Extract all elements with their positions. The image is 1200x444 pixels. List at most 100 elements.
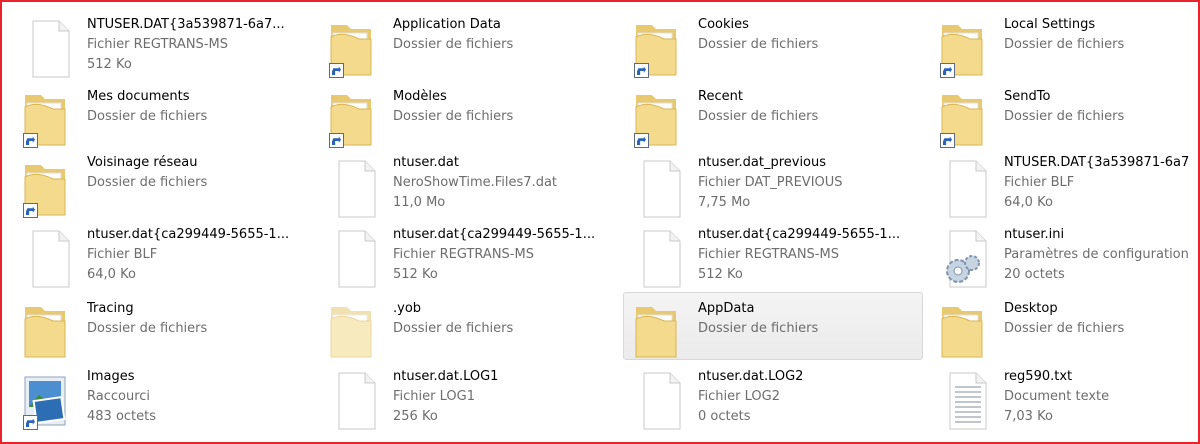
file-item[interactable]: reg590.txt Document texte 7,03 Ko	[937, 367, 1198, 434]
file-item[interactable]: Recent Dossier de fichiers	[631, 86, 931, 152]
folder-icon	[632, 299, 690, 363]
file-item-text: ntuser.ini Paramètres de configuration 20 …	[1004, 225, 1189, 285]
shortcut-arrow-icon	[940, 63, 955, 78]
file-item-text: ntuser.dat{ca299449-5655-1... Fichier REG…	[698, 225, 900, 285]
shortcut-arrow-icon	[634, 133, 649, 148]
file-name: Cookies	[698, 17, 749, 32]
file-item[interactable]: ntuser.dat{ca299449-5655-1... Fichier BLF…	[20, 226, 320, 292]
file-item-text: .yob Dossier de fichiers	[393, 299, 513, 339]
file-type: Dossier de fichiers	[1004, 321, 1125, 336]
file-item[interactable]: Voisinage réseau Dossier de fichiers	[20, 153, 320, 222]
file-item[interactable]: .yob Dossier de fichiers	[326, 298, 626, 364]
file-item[interactable]: ntuser.ini Paramètres de configuration 20 …	[937, 225, 1198, 292]
file-type: Fichier DAT_PREVIOUS	[698, 175, 843, 190]
shortcut-arrow-icon	[634, 63, 649, 78]
file-type: Fichier REGTRANS-MS	[393, 247, 534, 262]
file-type: Dossier de fichiers	[698, 37, 819, 52]
file-name: Voisinage réseau	[87, 155, 198, 170]
file-size: 512 Ko	[698, 267, 743, 282]
file-item-text: Cookies Dossier de fichiers	[698, 15, 818, 55]
file-item[interactable]: ntuser.dat.LOG2 Fichier LOG2 0 octets	[631, 368, 931, 434]
file-name: SendTo	[1004, 89, 1051, 104]
file-size: 20 octets	[1004, 267, 1065, 282]
shortcut-arrow-icon	[23, 133, 38, 148]
file-name: ntuser.dat_previous	[698, 155, 827, 170]
file-name: ntuser.dat.LOG1	[393, 369, 499, 384]
file-size: 64,0 Ko	[87, 267, 136, 282]
file-item[interactable]: Images Raccourci 483 octets	[20, 368, 320, 434]
shortcut-arrow-icon	[329, 133, 344, 148]
file-size: 7,03 Ko	[1004, 409, 1053, 424]
file-size: 64,0 Ko	[1004, 195, 1053, 210]
file-item[interactable]: Application Data Dossier de fichiers	[326, 16, 626, 82]
file-item-text: ntuser.dat_previous Fichier DAT_PREVIOUS 7…	[698, 153, 843, 213]
file-size: 11,0 Mo	[393, 195, 446, 210]
file-size: 512 Ko	[87, 57, 132, 72]
file-name: NTUSER.DAT{3a539871-6a7	[1004, 155, 1190, 170]
file-name: Tracing	[87, 301, 134, 316]
file-item-text: NTUSER.DAT{3a539871-6a7 Fichier BLF 64,0 K…	[1004, 153, 1189, 213]
shortcut-arrow-icon	[940, 133, 955, 148]
file-type: Fichier REGTRANS-MS	[698, 247, 839, 262]
file-item[interactable]: ntuser.dat{ca299449-5655-1... Fichier REG…	[326, 226, 626, 292]
file-name: NTUSER.DAT{3a539871-6a7...	[87, 17, 285, 32]
file-item[interactable]: Cookies Dossier de fichiers	[631, 16, 931, 82]
file-item-text: Voisinage réseau Dossier de fichiers	[87, 153, 207, 193]
file-name: ntuser.dat{ca299449-5655-1...	[393, 227, 596, 242]
file-type: Fichier REGTRANS-MS	[87, 37, 228, 52]
file-item-text: Local Settings Dossier de fichiers	[1004, 15, 1124, 55]
file-type: Dossier de fichiers	[87, 175, 208, 190]
file-type: Dossier de fichiers	[393, 109, 514, 124]
blank-file-icon	[327, 369, 385, 433]
file-size: 256 Ko	[393, 409, 438, 424]
file-item-text: ntuser.dat.LOG1 Fichier LOG1 256 Ko	[393, 367, 498, 427]
file-type: Dossier de fichiers	[87, 321, 208, 336]
file-item-text: reg590.txt Document texte 7,03 Ko	[1004, 367, 1109, 427]
file-type: Paramètres de configuration	[1004, 247, 1189, 262]
shortcut-arrow-icon	[23, 203, 38, 218]
file-item-text: ntuser.dat{ca299449-5655-1... Fichier BLF…	[87, 225, 289, 285]
file-item[interactable]: ntuser.dat{ca299449-5655-1... Fichier REG…	[631, 226, 931, 292]
file-item-text: Modèles Dossier de fichiers	[393, 87, 513, 127]
blank-file-icon	[632, 157, 690, 221]
file-name: ntuser.dat	[393, 155, 459, 170]
file-item[interactable]: NTUSER.DAT{3a539871-6a7 Fichier BLF 64,0 K…	[937, 153, 1198, 222]
file-item-text: AppData Dossier de fichiers	[698, 299, 818, 339]
file-type: Document texte	[1004, 389, 1110, 404]
shortcut-arrow-icon	[23, 415, 38, 430]
file-item[interactable]: AppData Dossier de fichiers	[623, 292, 923, 360]
file-item-text: ntuser.dat.LOG2 Fichier LOG2 0 octets	[698, 367, 803, 427]
file-item[interactable]: SendTo Dossier de fichiers	[937, 86, 1198, 152]
file-name: Recent	[698, 89, 743, 104]
file-name: Application Data	[393, 17, 501, 32]
blank-file-icon	[327, 227, 385, 291]
settings-file-icon	[938, 227, 996, 291]
file-size: 483 octets	[87, 409, 157, 424]
file-type: Fichier LOG2	[698, 389, 780, 404]
file-item[interactable]: ntuser.dat_previous Fichier DAT_PREVIOUS 7…	[631, 153, 931, 222]
file-item-text: ntuser.dat NeroShowTime.Files7.dat 11,0 Mo	[393, 153, 557, 213]
blank-file-icon	[21, 227, 79, 291]
folder-icon	[327, 299, 385, 363]
file-type: Raccourci	[87, 389, 151, 404]
file-item-text: Application Data Dossier de fichiers	[393, 15, 513, 55]
folder-icon	[938, 299, 996, 363]
blank-file-icon	[327, 157, 385, 221]
file-item[interactable]: NTUSER.DAT{3a539871-6a7... Fichier REGTRA…	[20, 16, 320, 82]
file-type: Fichier BLF	[87, 247, 158, 262]
file-type: Dossier de fichiers	[698, 109, 819, 124]
file-item[interactable]: ntuser.dat NeroShowTime.Files7.dat 11,0 Mo	[326, 153, 626, 222]
file-item[interactable]: Local Settings Dossier de fichiers	[937, 15, 1198, 82]
file-item[interactable]: ntuser.dat.LOG1 Fichier LOG1 256 Ko	[326, 368, 626, 434]
file-item[interactable]: Tracing Dossier de fichiers	[20, 298, 320, 364]
file-item[interactable]: Desktop Dossier de fichiers	[937, 298, 1198, 364]
file-item[interactable]: Mes documents Dossier de fichiers	[20, 86, 320, 152]
folder-icon	[21, 299, 79, 363]
file-name: Modèles	[393, 89, 447, 104]
blank-file-icon	[938, 157, 996, 221]
file-item[interactable]: Modèles Dossier de fichiers	[326, 86, 626, 152]
file-name: AppData	[698, 301, 755, 316]
file-name: .yob	[393, 301, 422, 316]
file-item-text: SendTo Dossier de fichiers	[1004, 87, 1124, 127]
file-item-text: Images Raccourci 483 octets	[87, 367, 156, 427]
